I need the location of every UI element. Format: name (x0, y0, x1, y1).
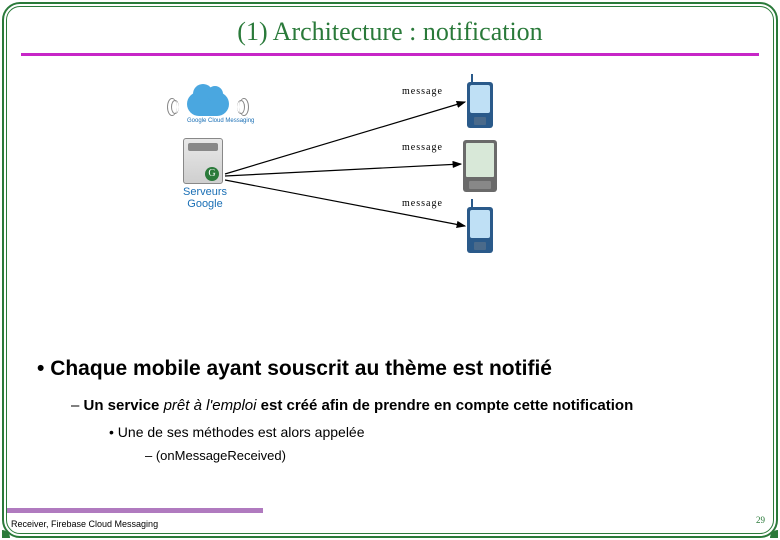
footer-accent-bar (7, 508, 263, 513)
bullet-level-2: Un service prêt à l'emploi est créé afin… (71, 397, 753, 414)
pda-icon (463, 140, 497, 192)
bullet-list: Chaque mobile ayant souscrit au thème es… (37, 357, 753, 463)
message-label-3: message (402, 198, 443, 209)
title-underline (21, 53, 759, 56)
message-label-1: message (402, 86, 443, 97)
phone-icon (467, 207, 493, 253)
bullet-level-4: (onMessageReceived) (145, 448, 753, 463)
phone-icon (467, 82, 493, 128)
slide-title: (1) Architecture : notification (7, 17, 773, 47)
bullet-level-1: Chaque mobile ayant souscrit au thème es… (37, 357, 753, 381)
slide-inner-frame: (1) Architecture : notification Google C… (6, 6, 774, 534)
architecture-diagram: Google Cloud Messaging Serveurs Google m… (47, 74, 733, 274)
page-number: 29 (756, 515, 765, 525)
bullet-level-3: Une de ses méthodes est alors appelée (109, 424, 753, 440)
message-label-2: message (402, 142, 443, 153)
footer-note: Receiver, Firebase Cloud Messaging (11, 519, 158, 529)
message-arrows (47, 74, 733, 274)
